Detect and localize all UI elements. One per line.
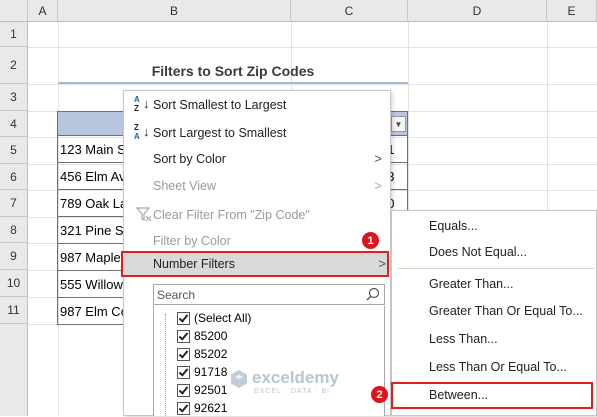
address-cell[interactable]: 789 Oak La [60,190,127,217]
menu-item-label: Number Filters [153,256,235,271]
submenu-item-label: Greater Than Or Equal To... [429,304,583,318]
checkbox[interactable] [177,347,190,361]
row-header[interactable]: 7 [0,190,28,217]
menu-item-sort-ascending[interactable]: A Z ↓ Sort Smallest to Largest [124,91,390,118]
checkbox-label: 85200 [194,329,228,343]
submenu-item-less-than-or-equal[interactable]: Less Than Or Equal To... [392,353,596,381]
checkbox-item[interactable]: 85200 [163,327,227,345]
exceldemy-logo-icon [229,369,249,389]
checkbox[interactable] [177,383,190,397]
column-header-c[interactable]: C [291,0,408,22]
row-header[interactable]: 11 [0,297,28,324]
submenu-item-equals[interactable]: Equals... [392,212,596,240]
clear-filter-icon [135,206,152,222]
menu-item-label: Clear Filter From "Zip Code" [153,207,310,222]
submenu-item-label: Less Than... [429,332,498,346]
checkbox-item[interactable]: 92501 [163,381,227,399]
submenu-item-label: Less Than Or Equal To... [429,360,567,374]
sheet-title: Filters to Sort Zip Codes [151,63,315,79]
checkbox[interactable] [177,311,190,325]
row-header[interactable]: 9 [0,243,28,270]
checkbox[interactable] [177,329,190,343]
submenu-item-less-than[interactable]: Less Than... [392,325,596,353]
checkbox-label: 85202 [194,347,228,361]
step-badge-2: 2 [371,386,388,403]
submenu-item-label: Between... [429,388,489,402]
menu-item-label: Sort Largest to Smallest [153,125,287,140]
address-cell[interactable]: 555 Willow [60,271,123,298]
address-cell[interactable]: 987 Elm Co [60,298,128,325]
checkbox[interactable] [177,365,190,379]
address-cell[interactable]: 123 Main S [60,136,126,163]
search-placeholder: Search [157,287,196,302]
menu-item-clear-filter: Clear Filter From "Zip Code" [124,201,390,228]
row-header[interactable]: 1 [0,22,28,47]
column-header-e[interactable]: E [547,0,597,22]
row-header[interactable]: 10 [0,270,28,297]
grid-line [28,84,597,85]
grid-line [28,47,597,48]
checkbox[interactable] [177,401,190,415]
checkbox-label: 92621 [194,401,228,415]
submenu-item-label: Does Not Equal... [429,245,527,259]
sort-ascending-icon: A Z ↓ [134,95,150,113]
submenu-item-does-not-equal[interactable]: Does Not Equal... [392,238,596,266]
row-header[interactable]: 6 [0,164,28,190]
column-header-b[interactable]: B [58,0,291,22]
search-icon [366,287,380,301]
step-badge-1: 1 [362,232,379,249]
menu-item-label: Sort by Color [153,151,226,166]
submenu-item-greater-than-or-equal[interactable]: Greater Than Or Equal To... [392,297,596,325]
menu-item-label: Filter by Color [153,233,231,248]
chevron-right-icon: > [378,256,386,271]
address-cell[interactable]: 456 Elm Av [60,163,126,190]
address-cell[interactable]: 987 Maple [60,244,121,271]
watermark-tagline: EXCEL · DATA · BI [254,388,330,395]
checkbox-item[interactable]: 85202 [163,345,227,363]
menu-item-label: Sheet View [153,178,217,193]
chevron-right-icon: > [374,151,382,166]
select-all-corner[interactable] [0,0,28,22]
menu-item-sheet-view: Sheet View > [124,172,390,199]
row-header-blank [0,324,28,416]
checkbox-label: (Select All) [194,311,252,325]
sort-descending-icon: Z A ↓ [134,123,150,141]
submenu-item-label: Equals... [429,219,478,233]
menu-item-sort-descending[interactable]: Z A ↓ Sort Largest to Smallest [124,119,390,146]
row-header[interactable]: 4 [0,111,28,137]
column-header-a[interactable]: A [28,0,58,22]
row-header[interactable]: 2 [0,47,28,84]
column-header-d[interactable]: D [408,0,547,22]
row-header[interactable]: 3 [0,84,28,111]
checkbox-label: 92501 [194,383,228,397]
row-header[interactable]: 5 [0,137,28,164]
row-header[interactable]: 8 [0,217,28,243]
menu-item-sort-by-color[interactable]: Sort by Color > [124,145,390,172]
address-cell[interactable]: 321 Pine S [60,217,124,244]
menu-item-number-filters[interactable]: Number Filters > [124,250,390,277]
submenu-item-greater-than[interactable]: Greater Than... [392,270,596,298]
checkbox-item[interactable]: 92621 [163,399,227,417]
search-input[interactable]: Search [153,284,385,305]
submenu-item-label: Greater Than... [429,277,514,291]
chevron-right-icon: > [374,178,382,193]
title-underline [58,82,408,84]
submenu-item-between[interactable]: Between... [392,381,596,409]
checkbox-label: 91718 [194,365,228,379]
checkbox-item[interactable]: (Select All) [163,309,251,327]
menu-item-label: Sort Smallest to Largest [153,97,287,112]
checkbox-item[interactable]: 91718 [163,363,227,381]
watermark-name: exceldemy [252,368,339,387]
filter-dropdown-button[interactable]: ▼ [391,116,406,132]
submenu-separator [398,268,594,269]
